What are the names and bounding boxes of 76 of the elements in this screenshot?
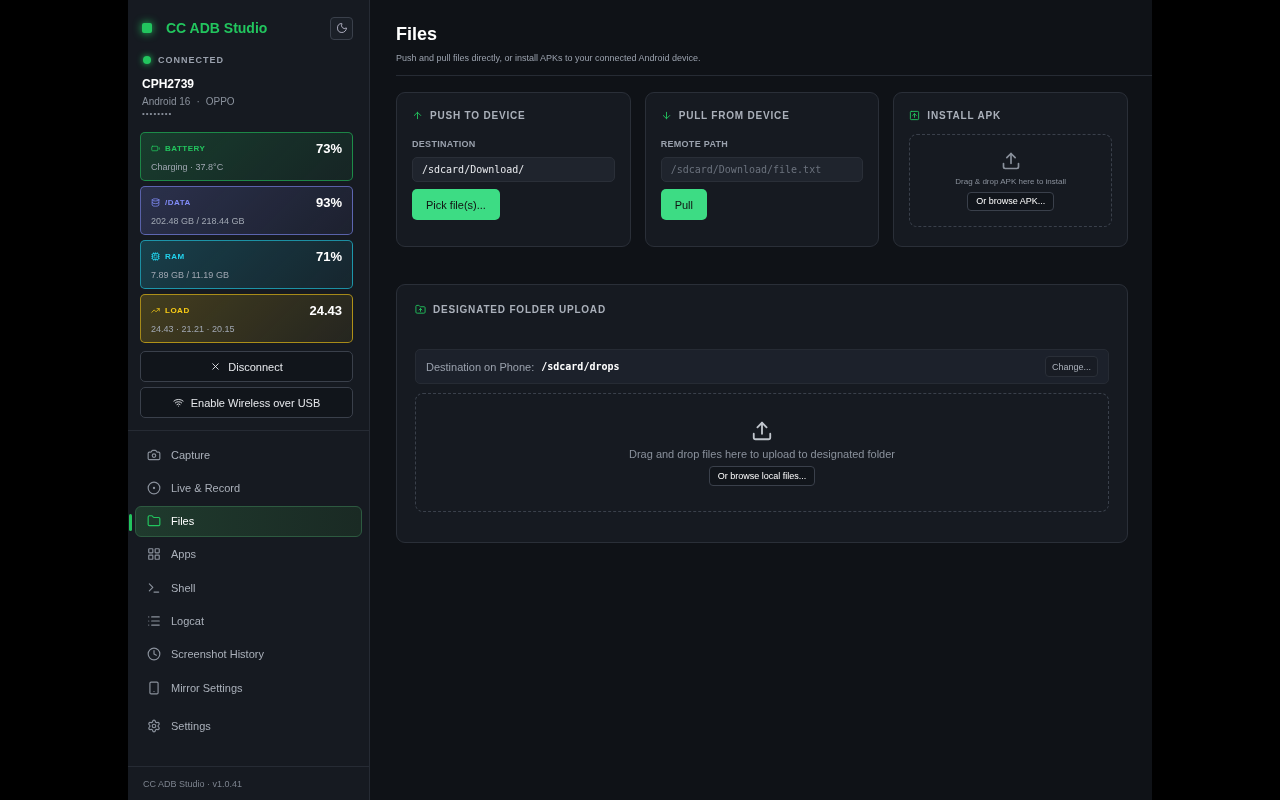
camera-icon [147,447,161,462]
upload-square-icon [909,109,921,121]
nav-item[interactable]: Apps [135,538,362,570]
stat-detail: 202.48 GB / 218.44 GB [151,216,246,226]
phone-icon [147,680,161,695]
record-icon [147,480,161,495]
stat-label: LOAD [165,306,190,315]
stat-label: RAM [165,252,185,261]
nav-item[interactable]: Mirror Settings [135,672,362,704]
battery-icon [151,144,160,153]
disconnect-button[interactable]: Disconnect [140,351,353,382]
apk-drop-zone[interactable]: Drag & drop APK here to install Or browse APK... [909,134,1112,227]
nav-item[interactable]: Capture [135,439,362,470]
wireless-button[interactable]: Enable Wireless over USB [140,387,353,418]
stat-label: /DATA [165,198,191,207]
destination-path: /sdcard/drops [541,361,620,372]
android-version: Android 16 [142,96,191,107]
terminal-icon [147,580,161,595]
database-icon [151,198,160,207]
chip-icon [151,252,160,261]
wifi-icon [172,397,184,408]
folder-drop-zone[interactable]: Drag and drop files here to upload to designated folder Or browse local files... [415,393,1109,512]
theme-toggle-button[interactable] [330,16,353,40]
card-title: DESIGNATED FOLDER UPLOAD [433,303,606,315]
card-title: INSTALL APK [927,109,1001,121]
page-title: Files [396,24,439,45]
nav-item[interactable]: Settings [135,710,362,742]
card-title: PUSH TO DEVICE [430,109,526,121]
stat-value: 24.43 [309,303,342,318]
stat-label: BATTERY [165,144,206,153]
arrow-up-icon [412,109,423,121]
drop-hint: Drag & drop APK here to install [955,176,1067,186]
list-icon [147,614,161,628]
destination-label: Destination on Phone: [426,360,535,373]
version-text: CC ADB Studio · v1.0.41 [143,778,243,789]
device-serial: •••••••• [142,109,174,118]
trend-icon [151,306,160,315]
pick-files-button[interactable]: Pick file(s)... [412,189,500,220]
browse-files-button[interactable]: Or browse local files... [708,465,816,486]
connection-status: CONNECTED [158,55,224,65]
page-subtitle: Push and pull files directly, or install APKs to your connected Android device. [396,53,702,63]
grid-icon [147,547,161,562]
upload-icon [1000,150,1021,171]
stat-detail: 24.43 · 21.21 · 20.15 [151,324,236,334]
field-label: REMOTE PATH [660,139,730,149]
stat-value: 73% [315,141,342,156]
destination-field[interactable]: /sdcard/Download/ [412,157,615,182]
nav-item[interactable]: Screenshot History [135,638,362,670]
arrow-down-icon [660,109,672,121]
logo-icon [142,23,152,33]
close-icon [210,361,222,372]
device-maker: OPPO [205,96,235,107]
app-name: CC ADB Studio [166,20,268,36]
active-indicator [129,513,132,531]
nav-item[interactable]: Logcat [135,605,362,637]
moon-icon [335,22,348,34]
clock-icon [147,647,161,662]
pull-button[interactable]: Pull [660,189,707,220]
drop-hint: Drag and drop files here to upload to designated folder [629,447,895,460]
stat-detail: 7.89 GB / 11.19 GB [151,270,230,280]
upload-icon [751,419,773,442]
stat-value: 93% [315,195,342,210]
settings-icon [147,718,161,733]
separator-dot: · [196,96,200,107]
folder-upload-icon [415,303,426,315]
nav-item[interactable]: Shell [135,572,362,604]
field-label: DESTINATION [412,139,477,149]
folder-icon [147,514,161,529]
stat-value: 71% [315,249,342,264]
browse-apk-button[interactable]: Or browse APK... [967,191,1055,211]
nav-item[interactable]: Live & Record [135,472,362,504]
remote-path-field[interactable]: /sdcard/Download/file.txt [660,157,864,182]
stat-detail: Charging · 37.8°C [151,162,225,172]
change-button[interactable]: Change... [1044,356,1098,377]
device-model: CPH2739 [142,77,196,91]
card-title: PULL FROM DEVICE [678,109,790,121]
